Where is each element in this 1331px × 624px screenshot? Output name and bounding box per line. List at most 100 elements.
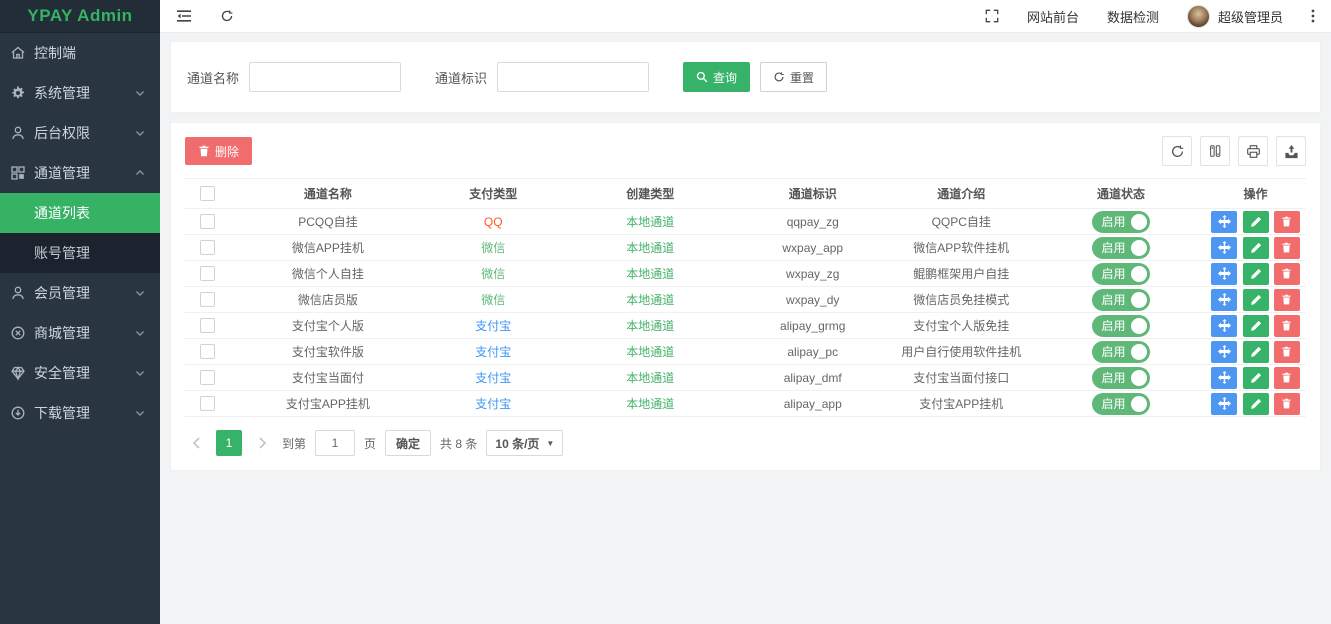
row-checkbox[interactable]: [200, 214, 215, 229]
jump-page-input[interactable]: [315, 430, 355, 456]
cell-create-type: 本地通道: [561, 261, 740, 287]
edit-row-button[interactable]: [1243, 263, 1269, 285]
trash-icon: [1281, 346, 1292, 357]
cell-channel-desc: 支付宝APP挂机: [886, 391, 1037, 417]
col-header-status: 通道状态: [1037, 179, 1205, 209]
channel-code-input[interactable]: [497, 62, 649, 92]
move-row-button[interactable]: [1211, 393, 1237, 415]
pencil-icon: [1250, 320, 1262, 332]
cell-create-type: 本地通道: [561, 287, 740, 313]
status-toggle[interactable]: 启用: [1092, 315, 1149, 337]
cell-pay-type: 支付宝: [426, 391, 561, 417]
export-icon: [1284, 144, 1299, 159]
move-row-button[interactable]: [1211, 211, 1237, 233]
table-row: 支付宝软件版 支付宝 本地通道 alipay_pc 用户自行使用软件挂机 启用: [185, 339, 1306, 365]
refresh-page-button[interactable]: [220, 9, 234, 23]
edit-row-button[interactable]: [1243, 393, 1269, 415]
move-row-button[interactable]: [1211, 263, 1237, 285]
status-toggle[interactable]: 启用: [1092, 341, 1149, 363]
delete-row-button[interactable]: [1274, 341, 1300, 363]
more-menu-button[interactable]: [1311, 8, 1315, 24]
move-icon: [1218, 371, 1231, 384]
status-toggle[interactable]: 启用: [1092, 211, 1149, 233]
channel-submenu: 通道列表 账号管理: [0, 193, 160, 273]
next-page-button[interactable]: [251, 430, 273, 456]
cell-channel-name: 微信APP挂机: [230, 235, 426, 261]
user-menu[interactable]: 超级管理员: [1187, 5, 1283, 28]
row-checkbox[interactable]: [200, 344, 215, 359]
sidebar-item-channel[interactable]: 通道管理: [0, 153, 160, 193]
sidebar-item-backend-perms[interactable]: 后台权限: [0, 113, 160, 153]
edit-row-button[interactable]: [1243, 367, 1269, 389]
status-toggle[interactable]: 启用: [1092, 289, 1149, 311]
table-row: 微信店员版 微信 本地通道 wxpay_dy 微信店员免挂模式 启用: [185, 287, 1306, 313]
delete-row-button[interactable]: [1274, 367, 1300, 389]
status-toggle[interactable]: 启用: [1092, 393, 1149, 415]
edit-row-button[interactable]: [1243, 315, 1269, 337]
sidebar-item-download[interactable]: 下载管理: [0, 393, 160, 433]
columns-filter-button[interactable]: [1200, 136, 1230, 166]
sidebar-item-console[interactable]: 控制端: [0, 33, 160, 73]
query-button[interactable]: 查询: [683, 62, 750, 92]
edit-row-button[interactable]: [1243, 211, 1269, 233]
prev-page-button[interactable]: [185, 430, 207, 456]
move-row-button[interactable]: [1211, 341, 1237, 363]
confirm-jump-button[interactable]: 确定: [385, 430, 431, 456]
cell-create-type: 本地通道: [561, 365, 740, 391]
total-count-label: 共 8 条: [440, 435, 477, 452]
status-toggle[interactable]: 启用: [1092, 263, 1149, 285]
export-button[interactable]: [1276, 136, 1306, 166]
status-toggle[interactable]: 启用: [1092, 237, 1149, 259]
edit-row-button[interactable]: [1243, 237, 1269, 259]
delete-row-button[interactable]: [1274, 211, 1300, 233]
move-row-button[interactable]: [1211, 237, 1237, 259]
edit-row-button[interactable]: [1243, 341, 1269, 363]
table-row: PCQQ自挂 QQ 本地通道 qqpay_zg QQPC自挂 启用: [185, 209, 1306, 235]
sidebar-item-system[interactable]: 系统管理: [0, 73, 160, 113]
status-toggle[interactable]: 启用: [1092, 367, 1149, 389]
delete-row-button[interactable]: [1274, 237, 1300, 259]
col-header-ops: 操作: [1205, 179, 1306, 209]
collapse-sidebar-button[interactable]: [176, 9, 192, 23]
channel-code-label: 通道标识: [435, 68, 487, 87]
current-page[interactable]: 1: [216, 430, 242, 456]
status-toggle-label: 启用: [1101, 239, 1125, 256]
delete-row-button[interactable]: [1274, 263, 1300, 285]
home-icon: [10, 45, 26, 61]
cell-channel-code: wxpay_dy: [740, 287, 886, 313]
delete-button[interactable]: 删除: [185, 137, 252, 165]
sidebar-subitem-channel-list[interactable]: 通道列表: [0, 193, 160, 233]
channel-name-input[interactable]: [249, 62, 401, 92]
edit-row-button[interactable]: [1243, 289, 1269, 311]
sidebar-item-members[interactable]: 会员管理: [0, 273, 160, 313]
data-check-link[interactable]: 数据检测: [1107, 7, 1159, 26]
sidebar-subitem-account-mgmt[interactable]: 账号管理: [0, 233, 160, 273]
row-checkbox[interactable]: [200, 370, 215, 385]
toggle-knob: [1131, 266, 1147, 282]
sidebar-item-security[interactable]: 安全管理: [0, 353, 160, 393]
refresh-table-button[interactable]: [1162, 136, 1192, 166]
print-button[interactable]: [1238, 136, 1268, 166]
delete-row-button[interactable]: [1274, 315, 1300, 337]
reset-button[interactable]: 重置: [760, 62, 827, 92]
row-checkbox[interactable]: [200, 240, 215, 255]
move-row-button[interactable]: [1211, 367, 1237, 389]
row-checkbox[interactable]: [200, 266, 215, 281]
row-checkbox[interactable]: [200, 292, 215, 307]
fullscreen-button[interactable]: [985, 9, 999, 23]
select-all-checkbox[interactable]: [200, 186, 215, 201]
mall-icon: [10, 325, 26, 341]
row-checkbox[interactable]: [200, 396, 215, 411]
delete-row-button[interactable]: [1274, 393, 1300, 415]
sidebar-item-label: 系统管理: [34, 83, 134, 103]
pencil-icon: [1250, 294, 1262, 306]
cell-channel-code: wxpay_zg: [740, 261, 886, 287]
frontend-link[interactable]: 网站前台: [1027, 7, 1079, 26]
move-row-button[interactable]: [1211, 315, 1237, 337]
delete-row-button[interactable]: [1274, 289, 1300, 311]
row-checkbox[interactable]: [200, 318, 215, 333]
move-row-button[interactable]: [1211, 289, 1237, 311]
sidebar-item-mall[interactable]: 商城管理: [0, 313, 160, 353]
user-icon: [10, 285, 26, 301]
page-size-select[interactable]: 10 条/页 ▼: [486, 430, 563, 456]
